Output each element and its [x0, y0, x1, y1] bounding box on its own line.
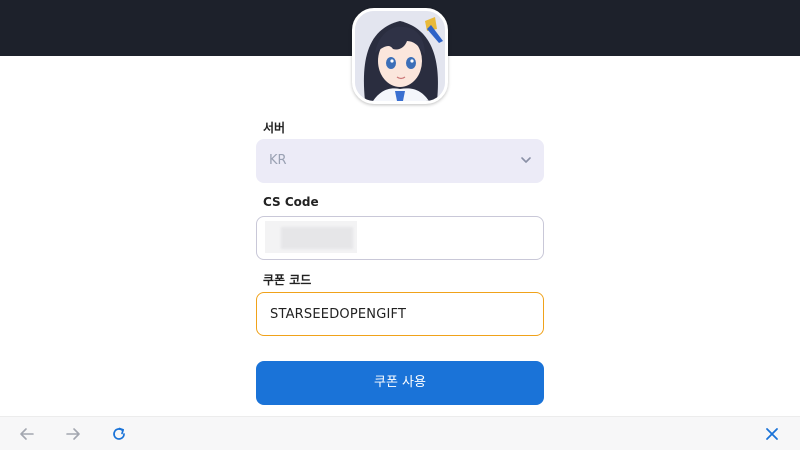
use-coupon-button[interactable]: 쿠폰 사용 [256, 361, 544, 405]
coupon-code-field[interactable]: STARSEEDOPENGIFT [256, 292, 544, 336]
coupon-code-label: 쿠폰 코드 [263, 273, 312, 287]
close-icon[interactable] [763, 425, 781, 443]
arrow-right-icon[interactable] [64, 425, 82, 443]
avatar [352, 8, 448, 104]
cs-code-field[interactable] [256, 216, 544, 260]
browser-bottom-bar [0, 416, 800, 450]
chevron-down-icon [521, 157, 531, 163]
server-label: 서버 [263, 121, 286, 135]
arrow-left-icon[interactable] [18, 425, 36, 443]
coupon-code-value: STARSEEDOPENGIFT [270, 307, 407, 322]
server-select[interactable]: KR [256, 139, 544, 183]
server-select-value: KR [269, 153, 287, 168]
cs-code-label: CS Code [263, 195, 319, 209]
redacted-value [265, 221, 357, 253]
reload-icon[interactable] [110, 425, 128, 443]
